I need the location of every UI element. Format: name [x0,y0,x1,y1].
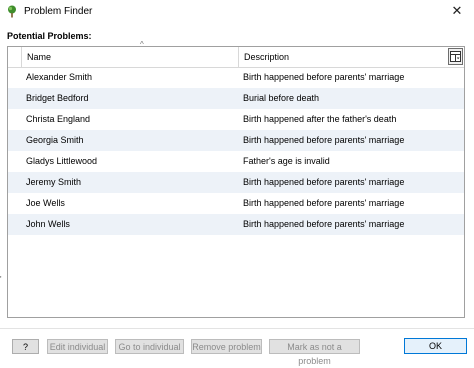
footer-divider [0,328,474,329]
cell-description: Birth happened before parents' marriage [243,72,405,82]
table-row[interactable]: Alexander Smith Birth happened before pa… [8,67,464,88]
go-to-individual-label: Go to individual [118,342,181,352]
cell-name: Jeremy Smith [26,177,82,187]
table-row[interactable]: John Wells Birth happened before parents… [8,214,464,235]
remove-problem-button[interactable]: Remove problem [191,339,262,354]
table-row[interactable]: Georgia Smith Birth happened before pare… [8,130,464,151]
column-chooser-button[interactable] [448,48,463,65]
table-row[interactable]: Jeremy Smith Birth happened before paren… [8,172,464,193]
cell-name: Gladys Littlewood [26,156,98,166]
column-header-description-label: Description [244,52,290,62]
cell-name: Georgia Smith [26,135,84,145]
table-row[interactable]: Joe Wells Birth happened before parents'… [8,193,464,214]
edit-individual-button[interactable]: Edit individual [47,339,108,354]
help-button[interactable]: ? [12,339,39,354]
section-label: Potential Problems: [7,31,92,41]
tree-icon [8,5,16,18]
go-to-individual-button[interactable]: Go to individual [115,339,184,354]
column-header-description[interactable]: Description [239,47,447,67]
help-button-label: ? [22,342,28,352]
problems-grid[interactable]: Name ^ Description Alexander Smith Birth… [7,40,465,318]
mark-not-problem-button[interactable]: Mark as not a problem [269,339,360,366]
cell-description: Burial before death [243,93,320,103]
sort-ascending-icon: ^ [140,40,144,49]
ok-button-label: OK [428,341,442,351]
close-icon: ✕ [451,3,463,18]
edit-individual-label: Edit individual [49,342,106,352]
ok-button[interactable]: OK [404,338,467,354]
cell-name: Alexander Smith [26,72,93,82]
cell-name: John Wells [26,219,70,229]
mark-not-problem-label: Mark as not a problem [287,342,342,366]
table-row[interactable]: Bridget Bedford Burial before death [8,88,464,109]
remove-problem-label: Remove problem [192,342,261,352]
cell-description: Birth happened before parents' marriage [243,219,405,229]
window-title: Problem Finder [24,6,93,17]
grid-header: Name ^ Description [8,40,464,68]
title-bar: Problem Finder ✕ [0,0,474,24]
row-selector-header[interactable] [8,47,22,67]
cell-name: Bridget Bedford [26,93,89,103]
cell-description: Birth happened after the father's death [243,114,397,124]
column-header-name-label: Name [27,52,52,62]
cell-name: Christa England [26,114,91,124]
cell-name: Joe Wells [26,198,65,208]
table-row[interactable]: Gladys Littlewood Father's age is invali… [8,151,464,172]
column-header-name[interactable]: Name ^ [22,40,239,67]
close-button[interactable]: ✕ [440,0,474,22]
cell-description: Birth happened before parents' marriage [243,198,405,208]
side-tick-mark: ' [0,275,2,284]
cell-description: Birth happened before parents' marriage [243,177,405,187]
table-row[interactable]: Christa England Birth happened after the… [8,109,464,130]
cell-description: Birth happened before parents' marriage [243,135,405,145]
column-chooser-icon [450,51,461,62]
cell-description: Father's age is invalid [243,156,330,166]
